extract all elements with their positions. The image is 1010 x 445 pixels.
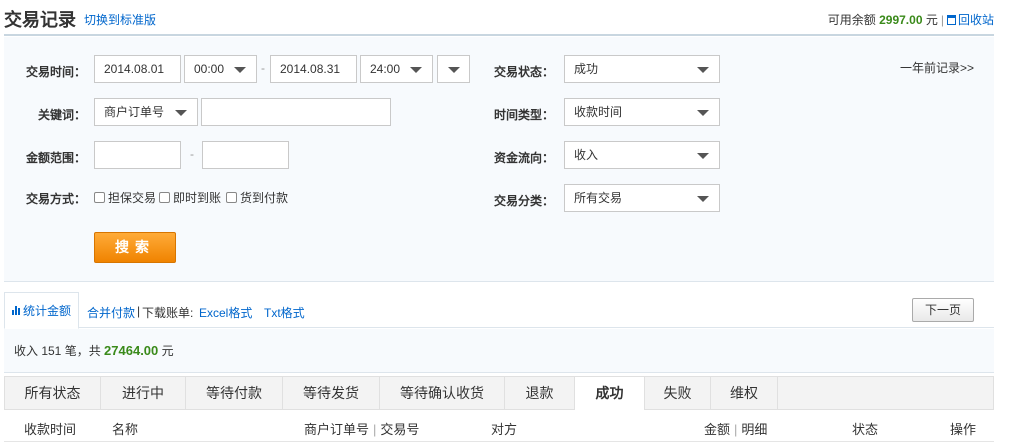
date-to-input[interactable]: 2014.08.31 [270,55,357,83]
trade-status-value: 成功 [574,62,599,76]
status-tabs: 所有状态 进行中 等待付款 等待发货 等待确认收货 退款 成功 失败 维权 [4,376,994,411]
amount-range-label: 金额范围： [26,151,87,165]
chevron-down-icon [697,110,709,116]
trade-status-label: 交易状态： [494,65,555,79]
col-name: 名称 [112,422,139,437]
col-detail: 明细 [741,422,768,437]
txt-download-link[interactable]: Txt格式 [264,304,305,321]
page-title: 交易记录 [4,10,76,30]
date-from-input[interactable]: 2014.08.01 [94,55,181,83]
time-to-value: 24:00 [370,62,401,76]
col-trade-no: 交易号 [380,422,420,437]
keyword-type-select[interactable]: 商户订单号 [94,98,198,126]
switch-version-link[interactable]: 切换到标准版 [84,11,156,28]
excel-download-link[interactable]: Excel格式 [199,304,252,321]
fund-flow-label: 资金流向： [494,151,555,165]
income-count-text: 收入 151 笔，共 [14,344,101,358]
time-type-value: 收款时间 [574,105,623,119]
method-cod-checkbox[interactable]: 货到付款 [226,189,288,206]
trade-category-label: 交易分类： [494,194,555,208]
income-amount: 27464.00 [104,343,159,358]
tab-all-status[interactable]: 所有状态 [5,377,101,409]
filter-panel: 交易时间： 2014.08.01 00:00 - 2014.08.31 24:0… [4,37,994,282]
income-summary: 收入 151 笔，共 27464.00 元 [4,329,994,373]
tab-failed[interactable]: 失败 [645,377,711,409]
checkbox-box[interactable] [159,192,170,203]
method-escrow-label: 担保交易 [108,191,157,205]
col-order-trade-no: 商户订单号 | 交易号 [304,422,420,437]
tab-awaiting-payment[interactable]: 等待付款 [186,377,283,409]
fund-flow-select[interactable]: 收入 [564,141,720,169]
balance-unit: 元 [925,13,938,27]
page-header: 交易记录 切换到标准版 可用余额 2997.00 元 | 回收站 [4,0,994,36]
keyword-label: 关键词： [37,108,86,122]
recycle-bin-link[interactable]: 回收站 [946,13,994,27]
fund-flow-value: 收入 [574,148,599,162]
method-cod-label: 货到付款 [240,191,289,205]
chevron-down-icon [697,67,709,73]
trade-time-label: 交易时间： [26,65,87,79]
next-page-button[interactable]: 下一页 [912,298,974,322]
balance-area: 可用余额 2997.00 元 | 回收站 [827,13,994,27]
time-to-select[interactable]: 24:00 [360,55,433,83]
income-unit: 元 [161,344,174,358]
search-button[interactable]: 搜索 [94,232,176,263]
tab-refund[interactable]: 退款 [505,377,575,409]
method-instant-checkbox[interactable]: 即时到账 [159,189,221,206]
tab-success[interactable]: 成功 [575,377,645,411]
bar-chart-icon [11,306,20,315]
summary-bar: 统计金额 合并付款 | 下载账单: Excel格式 Txt格式 下一页 [4,292,994,329]
method-instant-label: 即时到账 [173,191,222,205]
download-label: 下载账单: [142,306,194,320]
table-header: 收款时间 名称 商户订单号 | 交易号 对方 金额 | 明细 状态 操作 [4,410,994,442]
keyword-type-value: 商户订单号 [104,105,165,119]
chevron-down-icon [410,67,422,73]
col-amount-detail: 金额 | 明细 [704,422,768,437]
chevron-down-icon [697,153,709,159]
checkbox-box[interactable] [94,192,105,203]
balance-label: 可用余额 [827,13,876,27]
trade-status-select[interactable]: 成功 [564,55,720,83]
method-escrow-checkbox[interactable]: 担保交易 [94,189,156,206]
col-amount: 金额 [704,422,731,437]
keyword-input[interactable] [201,98,391,126]
chevron-down-icon [448,67,460,73]
time-type-label: 时间类型： [494,108,555,122]
col-order-no: 商户订单号 [304,422,370,437]
trade-category-value: 所有交易 [574,191,623,205]
download-divider: | [137,304,141,318]
stats-amount-label: 统计金额 [22,304,71,318]
time-from-value: 00:00 [194,62,225,76]
date-range-dash: - [261,61,265,75]
balance-value: 2997.00 [879,13,923,27]
time-from-select[interactable]: 00:00 [184,55,257,83]
older-records-link[interactable]: 一年前记录>> [900,59,974,76]
checkbox-box[interactable] [226,192,237,203]
chevron-down-icon [234,67,246,73]
time-type-select[interactable]: 收款时间 [564,98,720,126]
tab-in-progress[interactable]: 进行中 [101,377,186,409]
trade-category-select[interactable]: 所有交易 [564,184,720,212]
stats-amount-tab[interactable]: 统计金额 [4,292,79,329]
tab-awaiting-receipt[interactable]: 等待确认收货 [380,377,505,409]
date-preset-dropdown[interactable] [437,55,470,83]
recycle-bin-label: 回收站 [957,13,994,27]
tab-dispute[interactable]: 维权 [711,377,778,409]
amount-range-dash: - [190,147,194,161]
chevron-down-icon [697,196,709,202]
col-counterparty: 对方 [491,422,518,437]
col-status: 状态 [852,422,879,437]
col-received-time: 收款时间 [24,422,77,437]
trade-method-label: 交易方式： [26,192,87,206]
chevron-down-icon [175,110,187,116]
tab-awaiting-shipment[interactable]: 等待发货 [283,377,380,409]
trash-icon [946,15,956,25]
merge-pay-link[interactable]: 合并付款 [87,304,135,321]
amount-min-input[interactable] [94,141,181,169]
amount-max-input[interactable] [202,141,289,169]
col-action: 操作 [950,422,977,437]
